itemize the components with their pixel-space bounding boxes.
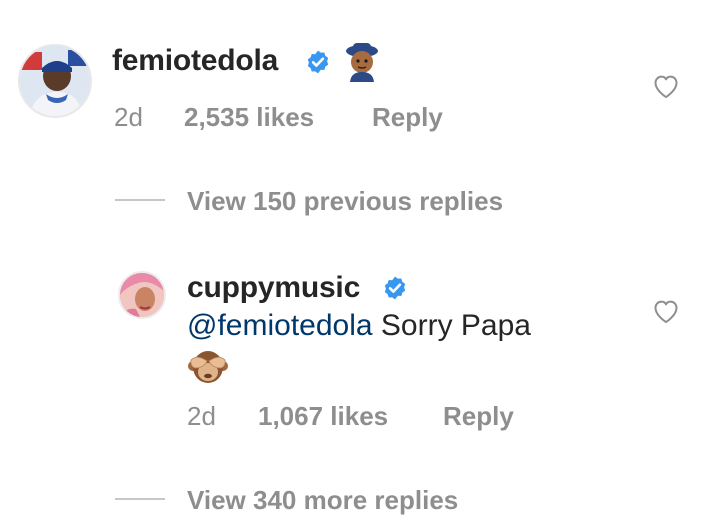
- comment-username[interactable]: femiotedola: [112, 44, 278, 78]
- reply-mention-link[interactable]: @femiotedola: [187, 309, 373, 342]
- reply-reply-button[interactable]: Reply: [443, 401, 514, 432]
- comment-like-heart-icon[interactable]: [652, 73, 680, 99]
- see-no-evil-monkey-emoji-icon: [188, 351, 228, 383]
- cowboy-man-emoji-icon: [346, 43, 378, 82]
- comment-reply-button[interactable]: Reply: [372, 102, 443, 133]
- reply-text: @femiotedola Sorry Papa: [187, 309, 531, 343]
- view-previous-replies-link[interactable]: View 150 previous replies: [187, 186, 503, 217]
- comment-age: 2d: [114, 102, 143, 132]
- verified-badge-icon: [307, 50, 329, 74]
- comment-likes[interactable]: 2,535 likes: [184, 102, 314, 133]
- replies-divider-line: [115, 498, 165, 500]
- reply-username[interactable]: cuppymusic: [187, 271, 360, 305]
- profile-photo-icon: [20, 46, 90, 116]
- reply-message: Sorry Papa: [380, 309, 531, 342]
- avatar-cuppymusic[interactable]: [118, 271, 166, 319]
- replies-divider-line: [115, 199, 165, 201]
- view-more-replies-link[interactable]: View 340 more replies: [187, 485, 458, 516]
- profile-photo-icon: [120, 273, 164, 317]
- reply-likes[interactable]: 1,067 likes: [258, 401, 388, 432]
- avatar-femiotedola[interactable]: [18, 44, 92, 118]
- reply-like-heart-icon[interactable]: [652, 298, 680, 324]
- reply-age: 2d: [187, 401, 216, 431]
- verified-badge-icon: [384, 276, 406, 300]
